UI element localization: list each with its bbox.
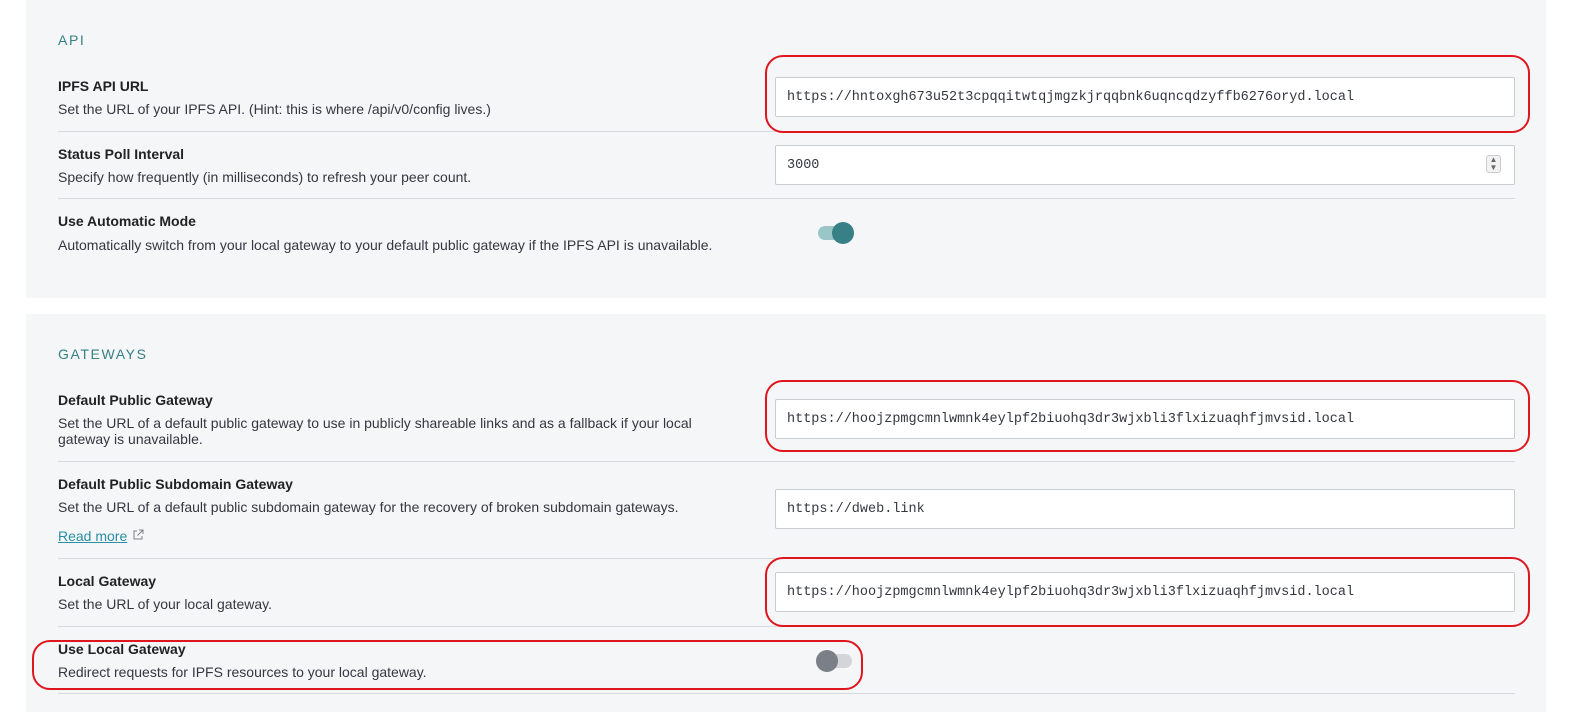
default-public-gateway-row: Default Public Gateway Set the URL of a … — [58, 382, 1515, 462]
use-local-gateway-label: Use Local Gateway — [58, 641, 186, 657]
default-public-subdomain-gateway-label: Default Public Subdomain Gateway — [58, 476, 293, 492]
default-public-gateway-input[interactable] — [775, 399, 1515, 439]
automatic-mode-description: Automatically switch from your local gat… — [58, 237, 713, 253]
api-section: API IPFS API URL Set the URL of your IPF… — [26, 0, 1546, 298]
default-public-subdomain-gateway-input[interactable] — [775, 489, 1515, 529]
local-gateway-input[interactable] — [775, 572, 1515, 612]
read-more-link[interactable]: Read more — [58, 528, 127, 544]
toggle-knob — [816, 650, 838, 672]
ipfs-api-url-row: IPFS API URL Set the URL of your IPFS AP… — [58, 68, 1515, 132]
ipfs-api-url-label: IPFS API URL — [58, 78, 149, 94]
local-gateway-label: Local Gateway — [58, 573, 157, 589]
automatic-mode-toggle[interactable] — [818, 222, 854, 244]
use-local-gateway-toggle[interactable] — [816, 650, 852, 672]
status-poll-interval-row: Status Poll Interval Specify how frequen… — [58, 132, 1515, 199]
default-public-gateway-description: Set the URL of a default public gateway … — [58, 415, 692, 447]
default-public-subdomain-gateway-description: Set the URL of a default public subdomai… — [58, 499, 679, 515]
default-public-gateway-label: Default Public Gateway — [58, 392, 213, 408]
ipfs-api-url-description: Set the URL of your IPFS API. (Hint: thi… — [58, 101, 491, 117]
automatic-mode-row: Use Automatic Mode Automatically switch … — [58, 199, 1515, 269]
status-poll-interval-description: Specify how frequently (in milliseconds)… — [58, 169, 472, 185]
gateways-section: GATEWAYS Default Public Gateway Set the … — [26, 314, 1546, 712]
status-poll-interval-input[interactable] — [775, 145, 1515, 185]
status-poll-interval-label: Status Poll Interval — [58, 146, 185, 162]
api-section-title: API — [58, 32, 86, 48]
local-gateway-row: Local Gateway Set the URL of your local … — [58, 559, 1515, 627]
automatic-mode-label: Use Automatic Mode — [58, 213, 196, 229]
use-local-gateway-description: Redirect requests for IPFS resources to … — [58, 664, 427, 680]
use-local-gateway-row: Use Local Gateway Redirect requests for … — [58, 627, 1515, 694]
local-gateway-description: Set the URL of your local gateway. — [58, 596, 272, 612]
default-public-subdomain-gateway-row: Default Public Subdomain Gateway Set the… — [58, 462, 1515, 559]
external-link-icon — [133, 529, 144, 540]
gateways-section-title: GATEWAYS — [58, 346, 148, 362]
spin-arrows-icon[interactable]: ▲ ▼ — [1486, 155, 1501, 173]
ipfs-api-url-input[interactable] — [775, 77, 1515, 117]
toggle-knob — [832, 222, 854, 244]
